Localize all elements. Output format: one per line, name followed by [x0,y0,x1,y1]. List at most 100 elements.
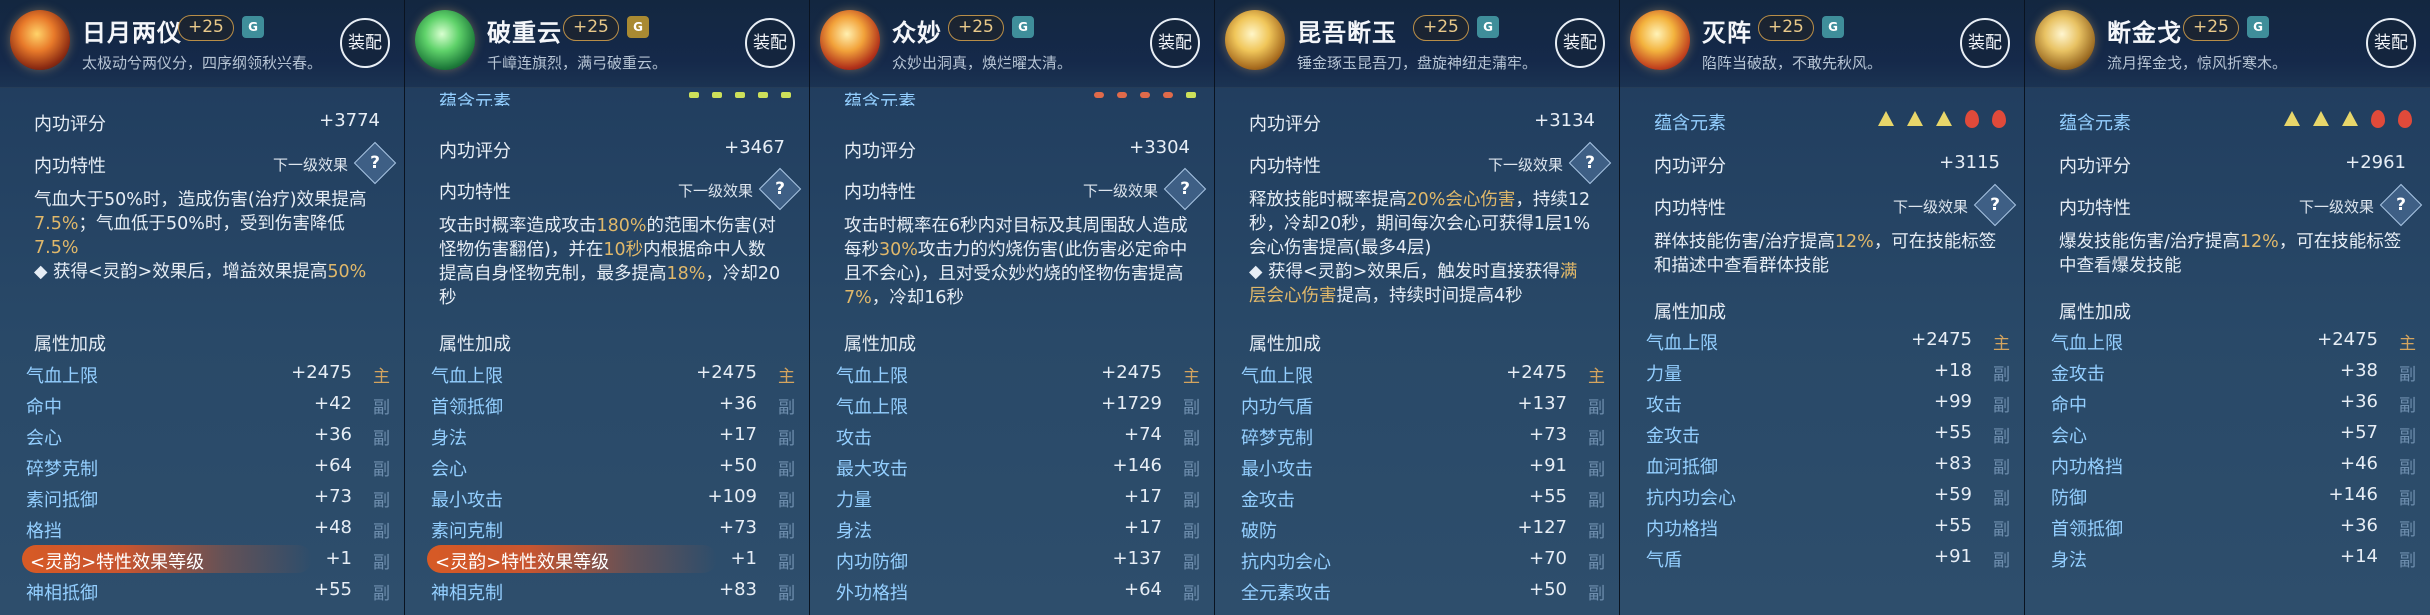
attr-value: +109 [707,486,757,507]
highlight-value: 18% [666,264,706,284]
sub-attr-tag: 副 [1588,553,1605,573]
level-badge: +25 [178,15,234,41]
attr-name: 气血上限 [431,366,503,387]
highlight-value: 7% [844,288,872,308]
golden-spear-icon [2035,10,2095,70]
sub-attr-tag: 副 [2399,551,2416,571]
element-row-partial: 蕴含元素 [844,92,916,106]
attr-row: 最大攻击 +146 副 [810,451,1214,481]
attr-value: +50 [1529,579,1567,600]
next-level-label: 下一级效果 [1082,182,1158,200]
highlight-value: 7.5% [34,214,79,234]
attr-row: +1 副 [0,544,404,574]
help-icon[interactable]: ? [1163,167,1207,211]
attr-row: 会心 +50 副 [405,451,809,481]
effect-text: 释放技能时概率提高20%会心伤害，持续12秒，冷却20秒，期间每次会心可获得1层… [1249,188,1593,308]
equip-button[interactable]: 装配 [745,18,795,68]
attr-name: 内功气盾 [1241,397,1313,418]
card-header: 昆吾断玉 +25 G 锤金琢玉昆吾刀，盘旋神纽走蒲牢。 装配 [1215,0,1619,88]
attr-value: +146 [1112,455,1162,476]
help-icon[interactable]: ? [1568,141,1612,185]
equip-button[interactable]: 装配 [1555,18,1605,68]
attr-name: 攻击 [1646,395,1682,416]
grade-badge: G [2247,16,2269,38]
effect-fragment: 群体技能伤害/治疗提高 [1654,232,1835,252]
card-description: 流月挥金戈，惊风折寒木。 [2107,54,2288,72]
attr-row: 素问抵御 +73 副 [0,482,404,512]
attr-value: +55 [1934,422,1972,443]
sub-attr-tag: 副 [778,429,795,449]
attr-value: +70 [1529,548,1567,569]
card-description: 众妙出洞真，焕烂曜太清。 [892,54,1073,72]
attr-value: +64 [314,455,352,476]
attr-value: +55 [1529,486,1567,507]
main-attr-tag: 主 [778,367,795,387]
highlight-value: 20%会心伤害 [1406,190,1516,210]
equipment-comparison-panel: 日月两仪 +25 G 太极动兮两仪分，四序纲领秋兴春。 装配 内功评分 +377… [0,0,2430,615]
attr-row: 命中 +42 副 [0,389,404,419]
attr-value: +127 [1517,517,1567,538]
attr-value: +18 [1934,360,1972,381]
trait-row: 内功特性 下一级效果 ? [2025,183,2430,227]
sub-attr-tag: 副 [373,584,390,604]
sub-attr-tag: 副 [2399,489,2416,509]
effect-fragment: ◆ 获得<灵韵>效果后，触发时直接获得 [1249,262,1560,282]
sub-attr-tag: 副 [2399,396,2416,416]
score-row: 内功评分 +3115 [1620,146,2024,178]
attr-row: 气血上限 +2475 主 [1215,358,1619,388]
attr-value: +36 [314,424,352,445]
sub-attr-tag: 副 [1993,458,2010,478]
help-icon[interactable]: ? [2379,183,2423,227]
sub-attr-tag: 副 [778,491,795,511]
help-icon[interactable]: ? [1973,183,2017,227]
attr-value: +55 [314,579,352,600]
element-icons-partial [1094,90,1196,114]
card-header: 破重云 +25 G 千嶂连旗烈，满弓破重云。 装配 [405,0,809,88]
attr-value: +91 [1934,546,1972,567]
level-badge: +25 [2183,15,2239,41]
equipment-card-6[interactable]: 断金戈 +25 G 流月挥金戈，惊风折寒木。 装配 蕴含元素 内功评分 +296… [2025,0,2430,615]
attr-row: 气血上限 +2475 主 [810,358,1214,388]
attr-row: 金攻击 +38 副 [2025,356,2430,386]
attr-value: +91 [1529,455,1567,476]
trait-label: 内功特性 [2059,198,2131,219]
attr-name: 会心 [2051,426,2087,447]
attr-name: 金攻击 [1646,426,1700,447]
level-badge: +25 [563,15,619,41]
attr-value: +2475 [291,362,352,383]
equip-button[interactable]: 装配 [1150,18,1200,68]
attrs-title: 属性加成 [2059,302,2131,323]
equipment-card-5[interactable]: 灭阵 +25 G 陷阵当破敌，不敢先秋风。 装配 蕴含元素 内功评分 +3115… [1620,0,2025,615]
attr-value: +99 [1934,391,1972,412]
attr-row: 攻击 +99 副 [1620,387,2024,417]
effect-fragment: ，冷却16秒 [871,288,965,308]
help-icon[interactable]: ? [758,167,802,211]
effect-text: 攻击时概率造成攻击180%的范围木伤害(对怪物伤害翻倍)，并在10秒内根据命中人… [439,214,783,310]
sub-attr-tag: 副 [1993,520,2010,540]
help-icon[interactable]: ? [353,141,397,185]
attr-row: 抗内功会心 +59 副 [1620,480,2024,510]
grade-badge: G [627,16,649,38]
attr-value: +1 [730,548,757,569]
card-description: 太极动兮两仪分，四序纲领秋兴春。 [82,54,323,72]
equipment-card-1[interactable]: 日月两仪 +25 G 太极动兮两仪分，四序纲领秋兴春。 装配 内功评分 +377… [0,0,405,615]
equip-button[interactable]: 装配 [1960,18,2010,68]
attr-row: 防御 +146 副 [2025,480,2430,510]
equipment-card-2[interactable]: 破重云 +25 G 千嶂连旗烈，满弓破重云。 装配 蕴含元素 内功评分 +346… [405,0,810,615]
score-value: +3774 [319,110,380,131]
equipment-card-3[interactable]: 众妙 +25 G 众妙出洞真，焕烂曜太清。 装配 蕴含元素 内功评分 +3304… [810,0,1215,615]
attr-value: +59 [1934,484,1972,505]
sub-attr-tag: 副 [1183,522,1200,542]
attr-row: 抗内功会心 +70 副 [1215,544,1619,574]
equip-button[interactable]: 装配 [2366,18,2416,68]
attr-name: 会心 [26,428,62,449]
sub-attr-tag: 副 [373,460,390,480]
attr-row: 内功防御 +137 副 [810,544,1214,574]
equip-button[interactable]: 装配 [340,18,390,68]
effect-fragment: ；气血低于50%时，受到伤害降低 [78,214,345,234]
sub-attr-tag: 副 [1588,491,1605,511]
score-value: +3304 [1129,137,1190,158]
blade-icon [1225,10,1285,70]
equipment-card-4[interactable]: 昆吾断玉 +25 G 锤金琢玉昆吾刀，盘旋神纽走蒲牢。 装配 内功评分 +313… [1215,0,1620,615]
element-icons [2284,108,2412,132]
